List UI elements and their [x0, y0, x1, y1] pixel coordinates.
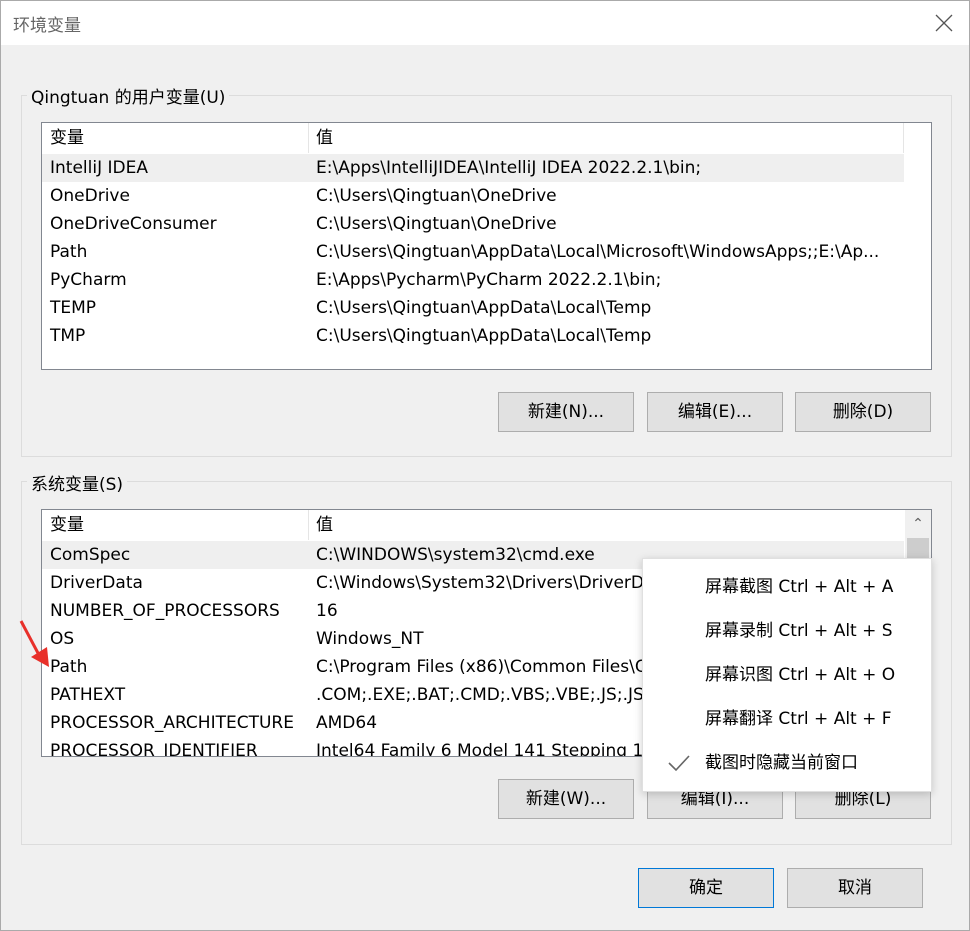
variable-name: TEMP — [50, 298, 97, 318]
variable-name: Path — [50, 242, 88, 262]
table-row[interactable]: PyCharm E:\Apps\Pycharm\PyCharm 2022.2.1\… — [42, 266, 904, 294]
user-variables-list[interactable]: 变量 值 IntelliJ IDEA E:\Apps\IntelliJIDEA\I… — [41, 122, 932, 370]
screenshot-context-menu: 屏幕截图 Ctrl + Alt + A 屏幕录制 Ctrl + Alt + S 屏幕… — [642, 558, 932, 792]
annotation-arrow-icon — [19, 620, 49, 667]
variable-name: PATHEXT — [50, 685, 126, 705]
column-header-value[interactable]: 值 — [308, 510, 904, 540]
variable-value: AMD64 — [316, 713, 378, 733]
system-variables-label: 系统变量(S) — [27, 470, 128, 495]
close-button[interactable] — [919, 1, 969, 45]
table-row[interactable]: Path C:\Users\Qingtuan\AppData\Local\Micr… — [42, 238, 904, 266]
environment-variables-dialog: 环境变量 Qingtuan 的用户变量(U) 变量 值 IntelliJ IDE… — [0, 0, 970, 931]
table-row[interactable]: OneDriveConsumer C:\Users\Qingtuan\OneDri… — [42, 210, 904, 238]
context-menu-item[interactable]: 屏幕识图 Ctrl + Alt + O — [643, 653, 931, 697]
variable-name: Path — [50, 657, 88, 677]
context-menu-label: 屏幕截图 Ctrl + Alt + A — [705, 577, 894, 597]
user-new-button[interactable]: 新建(N)... — [498, 392, 634, 432]
column-header-variable[interactable]: 变量 — [42, 123, 308, 153]
variable-name: OneDrive — [50, 186, 130, 206]
variable-name: TMP — [50, 326, 86, 346]
table-row[interactable]: IntelliJ IDEA E:\Apps\IntelliJIDEA\Intell… — [42, 154, 904, 182]
table-row[interactable]: OneDrive C:\Users\Qingtuan\OneDrive — [42, 182, 904, 210]
user-variables-label: Qingtuan 的用户变量(U) — [27, 83, 230, 108]
variable-name: PyCharm — [50, 270, 127, 290]
variable-name: PROCESSOR_IDENTIFIER — [50, 741, 258, 757]
variable-name: IntelliJ IDEA — [50, 158, 148, 178]
column-header-variable[interactable]: 变量 — [42, 510, 308, 540]
list-header: 变量 值 — [42, 510, 904, 540]
context-menu-item[interactable]: 屏幕截图 Ctrl + Alt + A — [643, 565, 931, 609]
checkmark-icon — [668, 755, 690, 772]
user-edit-button[interactable]: 编辑(E)... — [647, 392, 783, 432]
variable-value: Windows_NT — [316, 629, 424, 649]
variable-value: C:\WINDOWS\system32\cmd.exe — [316, 545, 595, 565]
close-icon — [935, 14, 953, 32]
table-row[interactable]: TEMP C:\Users\Qingtuan\AppData\Local\Temp — [42, 294, 904, 322]
scroll-up-arrow[interactable]: ⌃ — [905, 510, 931, 538]
variable-name: PROCESSOR_ARCHITECTURE — [50, 713, 294, 733]
context-menu-label: 屏幕翻译 Ctrl + Alt + F — [705, 709, 892, 729]
variable-value: C:\Users\Qingtuan\OneDrive — [316, 186, 557, 206]
variable-value: C:\Windows\System32\Drivers\DriverData — [316, 573, 672, 593]
variable-name: OneDriveConsumer — [50, 214, 217, 234]
context-menu-item[interactable]: 屏幕翻译 Ctrl + Alt + F — [643, 697, 931, 741]
context-menu-item[interactable]: 截图时隐藏当前窗口 — [643, 741, 931, 785]
system-new-button[interactable]: 新建(W)... — [498, 779, 634, 819]
variable-value: C:\Users\Qingtuan\OneDrive — [316, 214, 557, 234]
title-bar: 环境变量 — [1, 1, 969, 45]
column-header-value[interactable]: 值 — [308, 123, 904, 153]
variable-name: OS — [50, 629, 75, 649]
user-delete-button[interactable]: 删除(D) — [795, 392, 931, 432]
variable-name: DriverData — [50, 573, 143, 593]
variable-value: C:\Users\Qingtuan\AppData\Local\Temp — [316, 298, 652, 318]
window-title: 环境变量 — [13, 16, 81, 36]
context-menu-label: 截图时隐藏当前窗口 — [705, 753, 858, 773]
variable-value: E:\Apps\IntelliJIDEA\IntelliJ IDEA 2022.… — [316, 158, 702, 178]
variable-value: 16 — [316, 601, 338, 621]
variable-value: C:\Users\Qingtuan\AppData\Local\Temp — [316, 326, 652, 346]
list-header: 变量 值 — [42, 123, 904, 153]
variable-value: C:\Users\Qingtuan\AppData\Local\Microsof… — [316, 242, 880, 262]
context-menu-label: 屏幕识图 Ctrl + Alt + O — [705, 665, 896, 685]
variable-name: NUMBER_OF_PROCESSORS — [50, 601, 280, 621]
table-row[interactable]: TMP C:\Users\Qingtuan\AppData\Local\Temp — [42, 322, 904, 350]
context-menu-item[interactable]: 屏幕录制 Ctrl + Alt + S — [643, 609, 931, 653]
context-menu-label: 屏幕录制 Ctrl + Alt + S — [705, 621, 893, 641]
ok-button[interactable]: 确定 — [638, 868, 774, 908]
cancel-button[interactable]: 取消 — [787, 868, 923, 908]
variable-value: E:\Apps\Pycharm\PyCharm 2022.2.1\bin; — [316, 270, 662, 290]
variable-name: ComSpec — [50, 545, 131, 565]
